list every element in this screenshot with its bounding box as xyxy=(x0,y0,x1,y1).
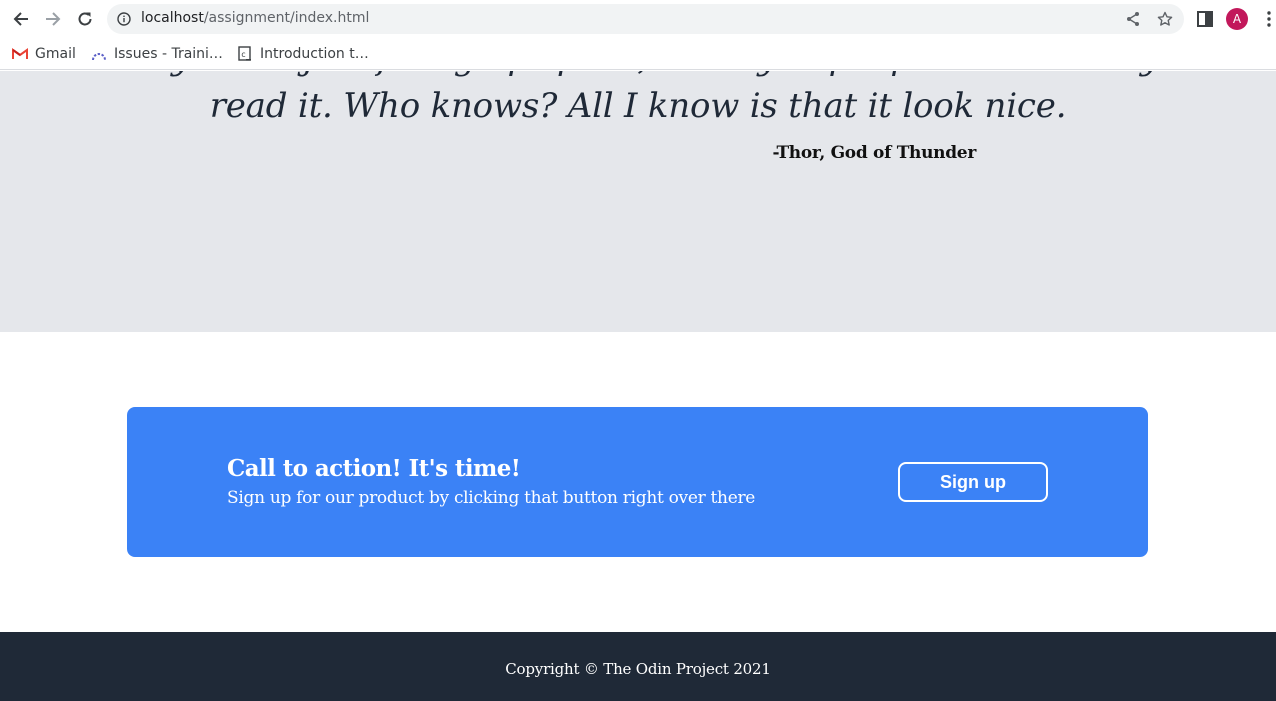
address-bar[interactable]: localhost/assignment/index.html xyxy=(107,4,1184,34)
share-icon[interactable] xyxy=(1125,11,1141,27)
bookmark-introduction[interactable]: c Introduction t… xyxy=(237,44,369,64)
forward-button[interactable] xyxy=(41,7,65,31)
bookmark-label: Introduction t… xyxy=(260,46,369,62)
back-button[interactable] xyxy=(9,7,33,31)
url-text[interactable]: localhost/assignment/index.html xyxy=(141,10,369,26)
bookmark-issues[interactable]: Issues - Traini… xyxy=(91,44,223,64)
reload-icon xyxy=(78,12,92,26)
site-info-icon[interactable] xyxy=(117,12,131,26)
url-path: /assignment/index.html xyxy=(203,10,370,26)
bookmark-label: Issues - Traini… xyxy=(114,46,223,62)
reload-button[interactable] xyxy=(73,7,97,31)
footer: Copyright © The Odin Project 2021 xyxy=(0,632,1276,701)
side-panel-icon[interactable] xyxy=(1195,9,1215,29)
menu-kebab-icon[interactable] xyxy=(1259,9,1276,29)
browser-toolbar: localhost/assignment/index.html A xyxy=(0,0,1276,38)
quote-text: Maybe it's just filling up space, or may… xyxy=(117,71,1160,126)
back-arrow-icon xyxy=(13,12,28,26)
svg-text:c: c xyxy=(241,50,246,59)
footer-copyright: Copyright © The Odin Project 2021 xyxy=(505,660,771,678)
cta-subtitle: Sign up for our product by clicking that… xyxy=(227,488,756,508)
bookmark-label: Gmail xyxy=(35,46,76,62)
bookmark-gmail[interactable]: Gmail xyxy=(12,44,76,64)
forward-arrow-icon xyxy=(46,12,61,26)
bookmark-star-icon[interactable] xyxy=(1157,11,1173,27)
gmail-icon xyxy=(12,46,28,62)
bookmarks-bar: Gmail Issues - Traini… c Introduction t… xyxy=(0,38,1276,70)
sign-up-button[interactable]: Sign up xyxy=(898,462,1048,502)
quote-author: -Thor, God of Thunder xyxy=(772,143,977,163)
cta-title: Call to action! It's time! xyxy=(227,455,521,482)
page-viewport: Maybe it's just filling up space, or may… xyxy=(0,71,1276,701)
cta-banner: Call to action! It's time! Sign up for o… xyxy=(127,407,1148,557)
profile-avatar[interactable]: A xyxy=(1226,8,1248,30)
document-icon: c xyxy=(237,46,253,62)
url-host: localhost xyxy=(141,10,204,26)
cta-section: Call to action! It's time! Sign up for o… xyxy=(0,332,1276,632)
quote-section: Maybe it's just filling up space, or may… xyxy=(0,71,1276,332)
issues-icon xyxy=(91,46,107,62)
